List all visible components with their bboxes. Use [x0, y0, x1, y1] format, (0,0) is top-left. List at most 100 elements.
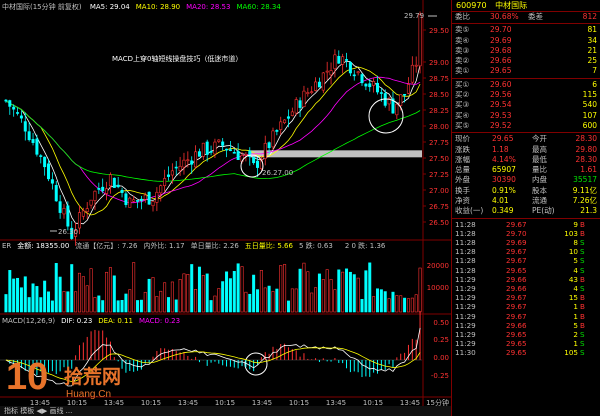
tick-volume: 10 [568, 247, 578, 257]
volume-bar [182, 273, 186, 313]
price-axis-label: 29.00 [429, 59, 449, 67]
order-book-row: 卖② 29.66 25 [452, 56, 600, 66]
order-volume: 81 [587, 25, 597, 35]
bottom-toolbar[interactable]: 指标 模板 ◀▶ 画线 ... [0, 406, 451, 416]
order-volume: 115 [582, 90, 597, 100]
tick-volume: 5 [573, 320, 578, 330]
candle-body [286, 116, 290, 119]
tick-volume: 9 [573, 219, 578, 229]
bid-book: 买① 29.60 6 买② 29.56 115 买③ 29.54 540 买④ 29.53 107 买⑤… [452, 80, 600, 131]
quote-stat-row: 现价 29.65 今开 28.30 [452, 134, 600, 144]
stat-label: 总量 [455, 165, 470, 175]
volume-bar [62, 291, 66, 313]
stat-label: 涨幅 [455, 154, 470, 164]
order-level-label: 卖③ [455, 45, 470, 55]
volume-bar [19, 287, 23, 313]
price-axis-label: 28.00 [429, 123, 449, 131]
weibi-row: 委比 30.68% 委差 812 [452, 12, 600, 22]
candle-body [139, 198, 143, 201]
volume-bar [294, 288, 298, 313]
candle-body [174, 166, 178, 169]
kline-chart-svg: 29.50 29.00 28.75 28.50 28.25 28.00 27.75 27.50… [0, 0, 451, 406]
tick-price: 29.66 [506, 274, 527, 284]
candle-body [325, 70, 329, 73]
tick-time: 11:28 [455, 238, 476, 248]
order-book-row: 买③ 29.54 540 [452, 100, 600, 110]
volume-bar [209, 300, 213, 313]
volume-bar [372, 296, 376, 313]
candle-body [105, 188, 109, 194]
quote-stat-row: 涨幅 4.14% 最低 28.30 [452, 155, 600, 165]
stat-value: 0.91% [492, 185, 516, 195]
volume-bar [166, 297, 170, 313]
volume-bar [66, 291, 70, 313]
order-volume: 540 [582, 100, 597, 110]
volume-bar [12, 278, 16, 313]
volume-bar [89, 268, 93, 313]
volume-bar [116, 300, 120, 313]
volume-bar [337, 269, 341, 313]
stat-value: 29.65 [492, 134, 514, 144]
volume-bar [147, 278, 151, 313]
tick-volume: 43 [568, 274, 578, 284]
candle-body [290, 111, 294, 116]
tick-list[interactable]: 11:28 29.67 9 B 11:28 29.70 103 B 11:28 29.69 8 S 11… [452, 220, 600, 358]
volume-bar [43, 280, 47, 313]
stat-value: 9.11亿 [572, 185, 597, 195]
candle-body [178, 165, 182, 171]
volume-bar [283, 264, 287, 313]
candle-body [205, 141, 209, 155]
price-axis-label: 27.25 [429, 171, 449, 179]
volume-bar [240, 266, 244, 313]
volume-bar [368, 262, 372, 313]
volume-bar [155, 296, 159, 313]
volume-bar [364, 270, 368, 313]
tick-row: 11:29 29.65 1 S [452, 339, 600, 348]
order-price: 29.60 [490, 79, 512, 89]
volume-bar [27, 297, 31, 313]
candle-body [54, 185, 58, 202]
tick-time: 11:29 [455, 274, 476, 284]
kline-chart-area[interactable]: 中材国际(15分钟 前复权) MA5: 29.04 MA10: 28.90 MA20… [0, 0, 451, 416]
order-volume: 107 [582, 110, 597, 120]
volume-axis-label: 10000 [427, 284, 449, 292]
candle-body [159, 185, 163, 194]
candle-body [352, 74, 356, 77]
price-axis-label: 28.25 [429, 107, 449, 115]
tick-direction: B [580, 302, 585, 312]
tick-time: 11:29 [455, 339, 476, 349]
candle-body [124, 193, 128, 205]
order-level-label: 买① [455, 79, 470, 89]
candle-body [302, 90, 306, 108]
tick-time: 11:28 [455, 265, 476, 275]
candle-body [209, 151, 213, 153]
volume-bar [356, 277, 360, 313]
volume-bar [410, 297, 414, 313]
candle-body [112, 177, 116, 188]
price-axis-label: 27.50 [429, 155, 449, 163]
volume-bar [85, 285, 89, 313]
price-axis-label: 26.75 [429, 203, 449, 211]
candle-body [403, 93, 407, 96]
divider [452, 217, 600, 219]
volume-bar [252, 274, 256, 313]
order-level-label: 买⑤ [455, 120, 470, 130]
volume-bar [298, 268, 302, 313]
candle-body [43, 156, 47, 168]
quote-stat-row: 收益(一) 0.349 PE(动) 21.3 [452, 206, 600, 216]
volume-bar [399, 295, 403, 313]
candle-body [8, 100, 12, 107]
volume-bar [256, 289, 260, 313]
stat-label: 流通 [532, 196, 547, 206]
time-axis-label: 13:45 [178, 399, 198, 406]
volume-bar [101, 300, 105, 313]
order-level-label: 卖⑤ [455, 25, 470, 35]
volume-bar [348, 271, 352, 313]
tick-volume: 103 [564, 228, 578, 238]
candle-body [399, 94, 403, 106]
tick-direction: S [580, 329, 585, 339]
candle-body [27, 131, 31, 141]
volume-bar [139, 299, 143, 313]
volume-bar [244, 291, 248, 313]
high-price-label: 29.79 [404, 12, 424, 20]
